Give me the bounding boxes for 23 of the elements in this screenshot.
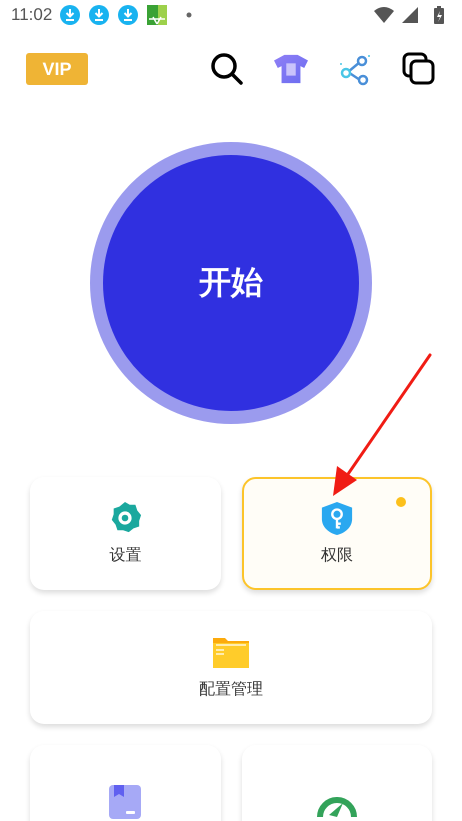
box-icon (107, 784, 144, 818)
feature-card[interactable]: 配置管理 (30, 611, 432, 724)
signal-icon (400, 7, 420, 23)
card-label: 设置 (109, 545, 142, 566)
battery-icon (434, 6, 444, 24)
download-notification-icon (118, 5, 138, 25)
card-label: 权限 (320, 545, 353, 566)
feature-card[interactable]: 权限 (242, 477, 432, 590)
start-button[interactable]: 开始 (103, 155, 359, 411)
download-notification-icon (60, 5, 80, 25)
search-icon[interactable] (210, 52, 244, 86)
more-notifications-icon (186, 12, 192, 18)
windows-icon[interactable] (402, 52, 436, 86)
speedometer-icon (316, 796, 357, 818)
status-time: 11:02 (11, 5, 52, 25)
card-label: 配置管理 (199, 679, 263, 700)
folder-icon (213, 635, 249, 669)
wifi-icon (374, 7, 394, 23)
share-icon[interactable] (338, 52, 372, 86)
download-notification-icon (89, 5, 110, 25)
t-shirt-icon[interactable] (274, 52, 308, 86)
feature-card[interactable]: 设置 (30, 477, 220, 590)
app-notification-icon (147, 5, 168, 25)
